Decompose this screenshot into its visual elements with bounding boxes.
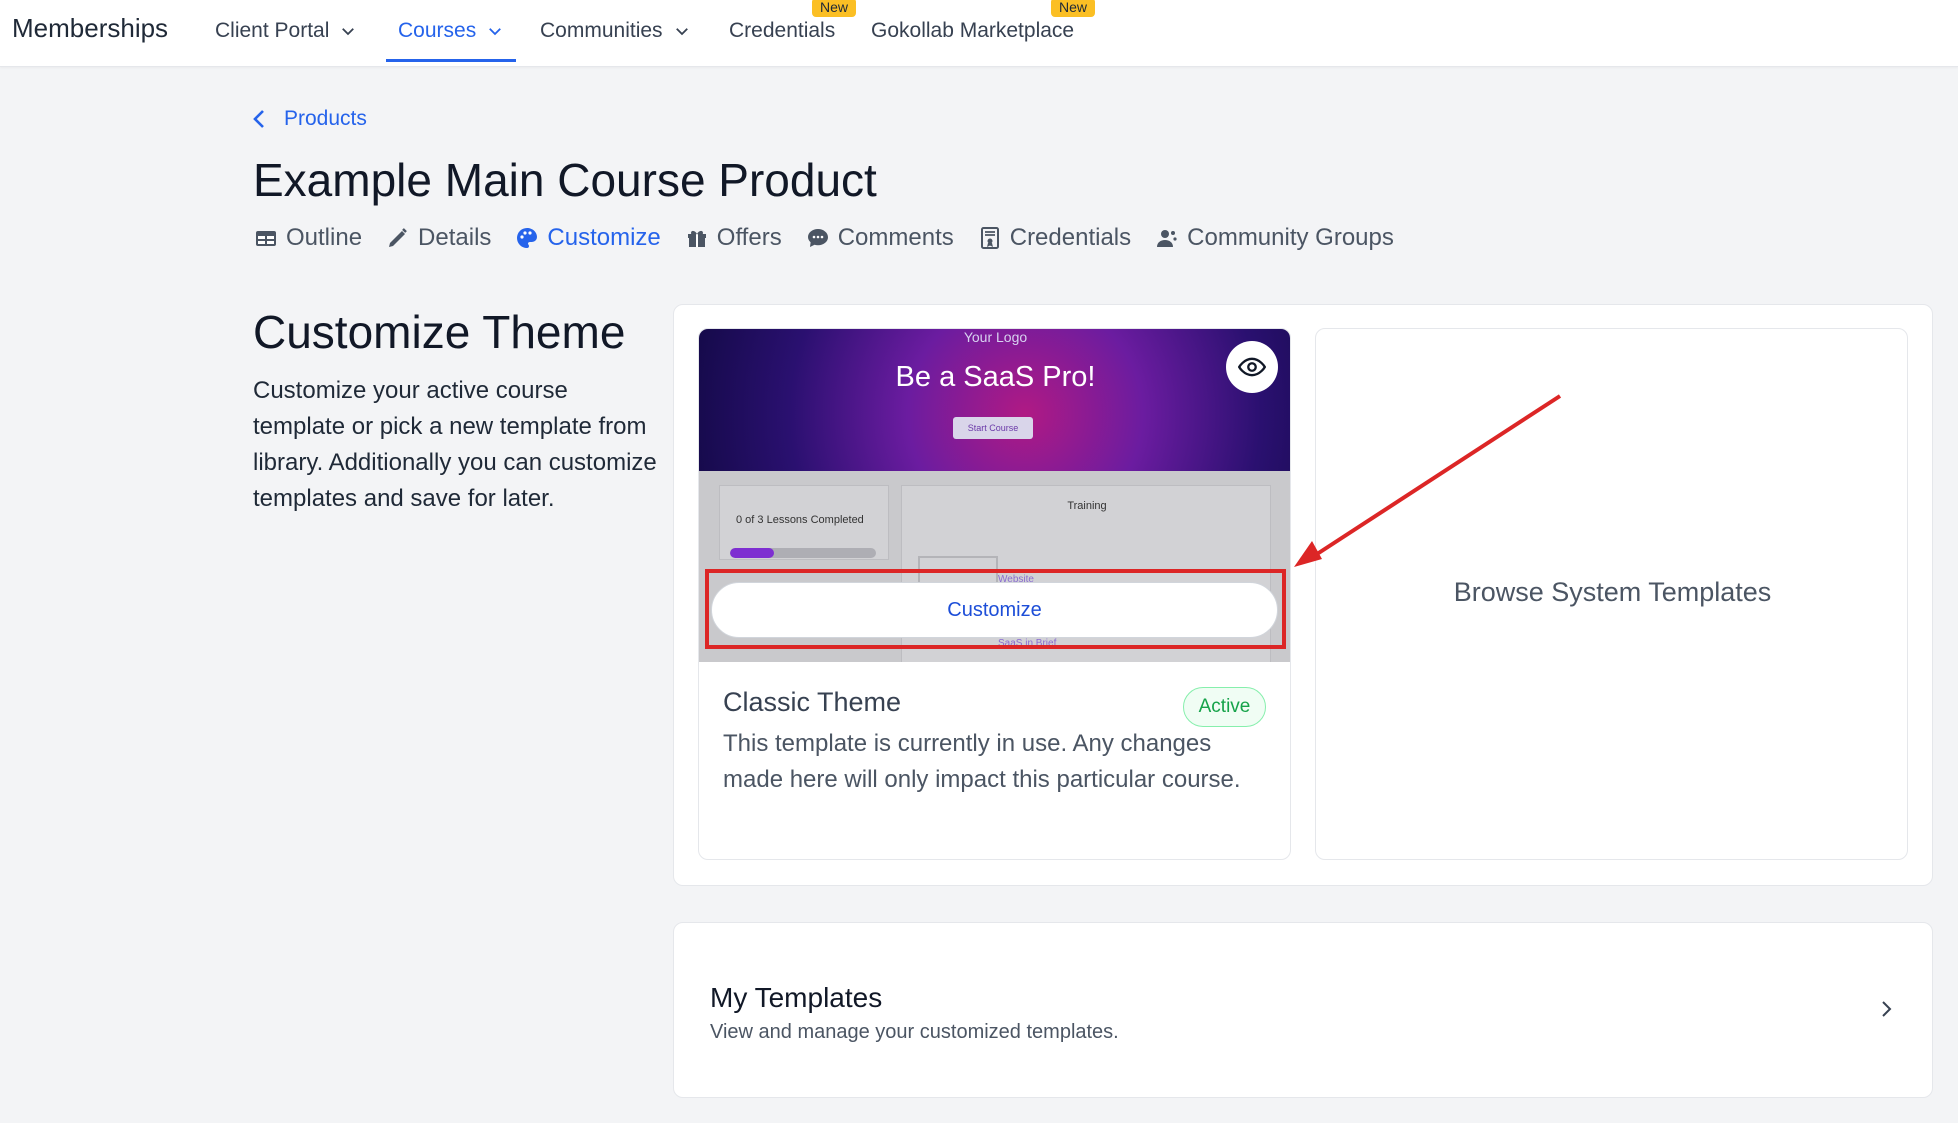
nav-item-client-portal[interactable]: Client Portal	[215, 17, 357, 45]
preview-hero: Your Logo Be a SaaS Pro! Start Course	[699, 329, 1290, 471]
nav-item-label: Courses	[398, 19, 477, 42]
eye-icon	[1238, 357, 1266, 377]
user-group-icon	[1157, 230, 1177, 247]
nav-item-label: Client Portal	[215, 19, 330, 42]
preview-progress-fill	[730, 548, 774, 558]
tab-label: Customize	[547, 224, 661, 251]
preview-button[interactable]	[1226, 341, 1278, 393]
tab-label: Outline	[286, 224, 363, 251]
my-templates-description: View and manage your customized template…	[710, 1021, 1119, 1043]
gift-icon	[687, 230, 706, 247]
theme-description: This template is currently in use. Any c…	[723, 730, 1241, 793]
new-badge: New	[812, 0, 857, 17]
comment-icon	[807, 229, 828, 247]
status-badge: Active	[1183, 687, 1266, 727]
chevron-down-icon	[675, 28, 688, 36]
product-tabs: Outline Details Customize Offers Comment…	[254, 222, 1418, 254]
browse-templates-label: Browse System Templates	[1453, 577, 1772, 607]
tab-label: Credentials	[1009, 224, 1132, 251]
chevron-left-icon	[253, 110, 264, 128]
my-templates-row[interactable]: My Templates View and manage your custom…	[673, 922, 1933, 1098]
tab-comments[interactable]: Comments	[806, 224, 954, 252]
nav-item-label: Credentials	[729, 19, 836, 42]
pencil-icon	[389, 228, 407, 247]
breadcrumb[interactable]: Products	[250, 107, 367, 131]
tab-outline[interactable]: Outline	[254, 224, 362, 252]
preview-progress-label: 0 of 3 Lessons Completed	[736, 514, 864, 526]
tab-offers[interactable]: Offers	[685, 224, 782, 252]
tab-details[interactable]: Details	[386, 224, 491, 252]
chevron-down-icon	[342, 28, 355, 36]
tab-credentials[interactable]: Credentials	[978, 224, 1131, 252]
preview-start-button: Start Course	[953, 417, 1033, 439]
annotation-highlight-box	[705, 569, 1286, 649]
tab-community-groups[interactable]: Community Groups	[1155, 224, 1394, 252]
chevron-right-icon	[1882, 1001, 1892, 1017]
brand-title: Memberships	[12, 13, 169, 43]
breadcrumb-label: Products	[284, 107, 367, 130]
preview-hero-title: Be a SaaS Pro!	[895, 361, 1096, 393]
preview-progress-card: 0 of 3 Lessons Completed	[719, 485, 889, 560]
nav-item-courses[interactable]: Courses	[398, 17, 504, 45]
tab-label: Comments	[837, 224, 954, 251]
certificate-icon	[980, 227, 999, 249]
theme-title: Classic Theme	[723, 687, 902, 717]
new-badge: New	[1051, 0, 1096, 17]
nav-item-communities[interactable]: Communities	[540, 17, 691, 45]
nav-item-label: Communities	[540, 19, 663, 42]
chevron-down-icon	[489, 28, 502, 36]
preview-logo-text: Your Logo	[963, 329, 1028, 345]
preview-progress-bar	[730, 548, 876, 558]
page-title: Example Main Course Product	[253, 154, 877, 206]
section-title: Customize Theme	[253, 306, 626, 358]
tab-label: Offers	[716, 224, 782, 251]
nav-item-marketplace[interactable]: Gokollab Marketplace	[871, 17, 1074, 45]
nav-item-credentials[interactable]: Credentials	[729, 17, 835, 45]
my-templates-title: My Templates	[710, 982, 883, 1013]
active-theme-card: Your Logo Be a SaaS Pro! Start Course 0 …	[698, 328, 1291, 860]
table-icon	[256, 231, 276, 246]
browse-system-templates-card[interactable]: Browse System Templates	[1315, 328, 1908, 860]
nav-item-label: Gokollab Marketplace	[871, 19, 1075, 42]
theme-preview: Your Logo Be a SaaS Pro! Start Course 0 …	[699, 329, 1290, 662]
tab-customize[interactable]: Customize	[515, 224, 661, 252]
section-description: Customize your active course template or…	[253, 377, 657, 512]
top-navigation: Memberships Client Portal Courses Commun…	[0, 0, 1958, 67]
active-tab-indicator	[386, 59, 516, 62]
tab-label: Community Groups	[1187, 224, 1394, 251]
preview-training-label: Training	[1067, 500, 1107, 512]
tab-label: Details	[418, 224, 492, 251]
palette-icon	[517, 228, 538, 248]
